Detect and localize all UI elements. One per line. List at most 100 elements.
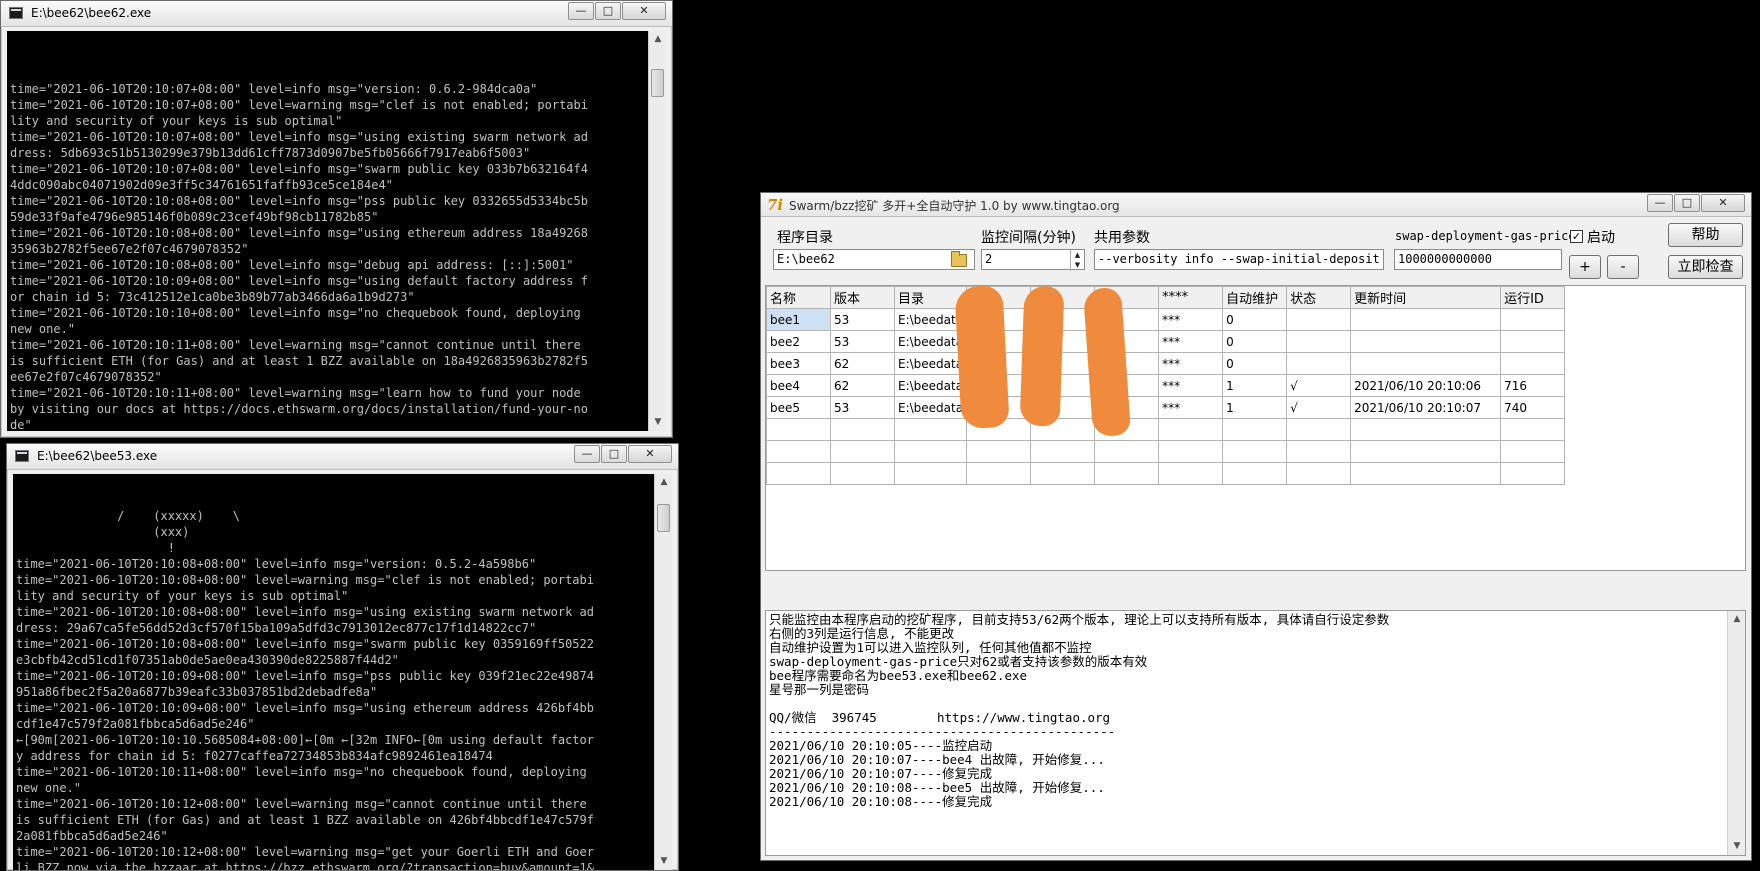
scroll-down-arrow-icon[interactable]: ▼ — [649, 414, 666, 431]
app-titlebar[interactable]: 7i Swarm/bzz挖矿 多开+全自动守护 1.0 by www.tingt… — [761, 193, 1751, 217]
console-window-bee53[interactable]: E:\bee62\bee53.exe — □ ✕ / (xxxxx) \ (xx… — [6, 443, 679, 871]
table-cell[interactable] — [830, 418, 895, 441]
column-header[interactable]: 自动维护 — [1222, 286, 1288, 309]
console-scrollbar[interactable]: ▲ ▼ — [654, 474, 672, 870]
column-header[interactable]: **** — [1158, 286, 1224, 309]
table-cell[interactable] — [1030, 440, 1096, 463]
table-cell[interactable]: *** — [1158, 396, 1224, 419]
table-cell[interactable] — [1158, 462, 1224, 485]
table-cell[interactable]: *** — [1158, 330, 1224, 353]
table-cell[interactable]: bee1 — [766, 308, 831, 331]
table-cell[interactable] — [1286, 308, 1352, 331]
table-cell[interactable]: 1 — [1222, 374, 1288, 397]
table-cell[interactable] — [966, 462, 1032, 485]
table-cell[interactable] — [1222, 440, 1288, 463]
table-row[interactable]: bee4 62 E:\beedata *** 1 √ 2021/06/10 20:10:06… — [766, 374, 1566, 397]
table-cell[interactable] — [1350, 352, 1502, 375]
table-cell[interactable]: 53 — [830, 330, 895, 353]
table-cell[interactable]: 0 — [1222, 330, 1288, 353]
table-row[interactable]: bee3 62 E:\beedata *** 0 — [766, 352, 1566, 375]
close-button[interactable]: ✕ — [628, 445, 672, 463]
swarm-manager-window[interactable]: 7i Swarm/bzz挖矿 多开+全自动守护 1.0 by www.tingt… — [760, 192, 1752, 861]
table-cell[interactable] — [1158, 440, 1224, 463]
table-cell[interactable] — [1286, 352, 1352, 375]
table-cell[interactable] — [1500, 308, 1566, 331]
help-button[interactable]: 帮助 — [1668, 223, 1743, 247]
table-row[interactable]: bee2 53 E:\beedata *** 0 — [766, 330, 1566, 353]
start-checkbox[interactable]: ✓ — [1570, 230, 1583, 243]
table-cell[interactable] — [1286, 330, 1352, 353]
table-cell[interactable]: *** — [1158, 352, 1224, 375]
table-cell[interactable]: bee4 — [766, 374, 831, 397]
table-row[interactable] — [766, 440, 1566, 463]
scroll-down-arrow-icon[interactable]: ▼ — [1728, 838, 1745, 855]
interval-spin-icon[interactable]: ▲ ▼ — [1070, 250, 1084, 271]
maximize-button[interactable]: □ — [601, 445, 627, 463]
table-cell[interactable] — [1500, 330, 1566, 353]
add-row-button[interactable]: + — [1569, 255, 1601, 279]
table-cell[interactable] — [1094, 462, 1160, 485]
table-cell[interactable]: 2021/06/10 20:10:06 — [1350, 374, 1502, 397]
scroll-thumb[interactable] — [651, 69, 664, 97]
maximize-button[interactable]: □ — [595, 2, 621, 20]
minimize-button[interactable]: — — [568, 2, 594, 20]
table-cell[interactable] — [1286, 462, 1352, 485]
column-header[interactable]: 更新时间 — [1350, 286, 1502, 309]
table-cell[interactable]: *** — [1158, 374, 1224, 397]
close-button[interactable]: ✕ — [622, 2, 666, 20]
table-cell[interactable] — [766, 418, 831, 441]
scroll-down-arrow-icon[interactable]: ▼ — [655, 853, 672, 870]
table-cell[interactable] — [1286, 440, 1352, 463]
table-cell[interactable]: √ — [1286, 374, 1352, 397]
maximize-button[interactable]: □ — [1674, 194, 1700, 212]
table-cell[interactable] — [893, 462, 968, 485]
table-cell[interactable]: 740 — [1500, 396, 1566, 419]
table-cell[interactable] — [1350, 418, 1502, 441]
console-titlebar-bee53[interactable]: E:\bee62\bee53.exe — □ ✕ — [7, 444, 678, 470]
table-cell[interactable]: 0 — [1222, 308, 1288, 331]
table-cell[interactable]: 53 — [830, 396, 895, 419]
table-cell[interactable] — [1500, 418, 1566, 441]
minimize-button[interactable]: — — [574, 445, 600, 463]
check-now-button[interactable]: 立即检查 — [1668, 255, 1743, 279]
scroll-thumb[interactable] — [657, 504, 670, 532]
table-cell[interactable] — [830, 462, 895, 485]
table-cell[interactable]: E:\beedata — [893, 396, 968, 419]
console-scrollbar[interactable]: ▲ ▼ — [648, 31, 666, 431]
table-cell[interactable] — [830, 440, 895, 463]
table-cell[interactable] — [893, 418, 968, 441]
scroll-up-arrow-icon[interactable]: ▲ — [649, 31, 666, 48]
table-cell[interactable] — [1500, 352, 1566, 375]
table-cell[interactable] — [1158, 418, 1224, 441]
console-output-bee53[interactable]: / (xxxxx) \ (xxx) ! time="2021-06-10T20:1… — [13, 474, 672, 870]
table-cell[interactable]: 1 — [1222, 396, 1288, 419]
table-cell[interactable] — [1286, 418, 1352, 441]
scroll-up-arrow-icon[interactable]: ▲ — [1728, 611, 1745, 628]
table-cell[interactable]: E:\beedata — [893, 352, 968, 375]
table-cell[interactable] — [1350, 330, 1502, 353]
table-cell[interactable] — [1350, 462, 1502, 485]
bee-table[interactable]: 名称 版本 目录 **** 自动维护 状态 更新时间 运行ID bee1 53 E:\beedat… — [766, 286, 1566, 485]
folder-browse-icon[interactable] — [951, 251, 967, 267]
console-titlebar-bee62[interactable]: E:\bee62\bee62.exe — □ ✕ — [1, 1, 672, 27]
gas-price-input[interactable]: 1000000000000 — [1394, 249, 1562, 270]
table-cell[interactable]: bee5 — [766, 396, 831, 419]
table-cell[interactable] — [1222, 462, 1288, 485]
log-scrollbar[interactable]: ▲ ▼ — [1727, 611, 1745, 855]
console-window-bee62[interactable]: E:\bee62\bee62.exe — □ ✕ time="2021-06-1… — [0, 0, 673, 438]
table-row[interactable] — [766, 418, 1566, 441]
table-cell[interactable]: 716 — [1500, 374, 1566, 397]
table-cell[interactable] — [1030, 462, 1096, 485]
console-output-bee62[interactable]: time="2021-06-10T20:10:07+08:00" level=i… — [7, 31, 666, 431]
table-cell[interactable]: 0 — [1222, 352, 1288, 375]
table-cell[interactable] — [766, 440, 831, 463]
table-cell[interactable] — [1222, 418, 1288, 441]
table-cell[interactable]: bee3 — [766, 352, 831, 375]
scroll-up-arrow-icon[interactable]: ▲ — [655, 474, 672, 491]
column-header[interactable]: 状态 — [1286, 286, 1352, 309]
table-cell[interactable]: 53 — [830, 308, 895, 331]
table-cell[interactable]: *** — [1158, 308, 1224, 331]
table-cell[interactable] — [1500, 440, 1566, 463]
table-cell[interactable] — [893, 440, 968, 463]
table-cell[interactable]: 62 — [830, 352, 895, 375]
